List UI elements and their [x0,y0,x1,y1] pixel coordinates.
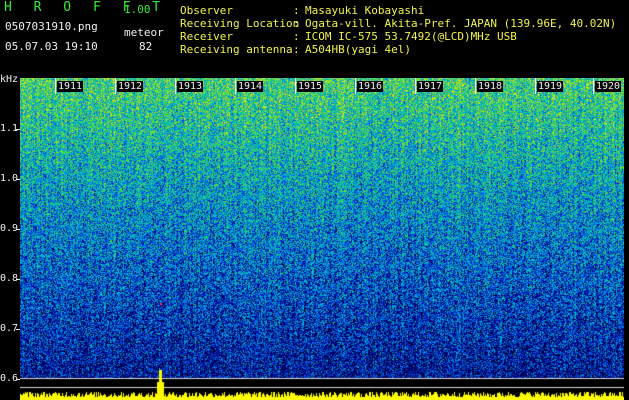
time-tick [415,78,416,94]
freq-tick [16,129,20,130]
info-value-receiver: ICOM IC-575 53.7492(@LCD)MHz USB [305,30,517,43]
time-tick [355,78,356,94]
time-label: 1914 [237,81,264,92]
info-sep: : [293,4,300,17]
info-sep: : [293,17,300,30]
freq-tick [16,179,20,180]
info-value-observer: Masayuki Kobayashi [305,4,425,17]
info-key-observer: Observer [180,4,233,17]
time-label: 1913 [177,81,204,92]
time-tick [235,78,236,94]
header-panel: H R O F F T 1.00 0507031910.png 05.07.03… [0,0,629,78]
meteor-count: 82 [139,40,153,53]
file-datetime: 05.07.03 19:10 [5,40,98,53]
time-label: 1918 [477,81,504,92]
axis-unit-label: kHz [0,74,19,85]
freq-tick [16,229,20,230]
time-tick [115,78,116,94]
info-key-location: Receiving Location [180,17,300,30]
info-value-antenna: A504HB(yagi 4el) [305,43,411,56]
time-label: 1917 [417,81,444,92]
time-label: 1916 [357,81,384,92]
freq-tick [16,379,20,380]
spectrogram-canvas [20,78,624,400]
time-label: 1919 [537,81,564,92]
time-tick [175,78,176,94]
time-tick [475,78,476,94]
time-tick [593,78,594,94]
time-tick [55,78,56,94]
info-sep: : [293,30,300,43]
time-label: 1911 [57,81,84,92]
info-key-receiver: Receiver [180,30,233,43]
file-name: 0507031910.png [5,20,98,33]
freq-tick [16,279,20,280]
info-sep: : [293,43,300,56]
info-value-location: Ogata-vill. Akita-Pref. JAPAN (139.96E, … [305,17,617,30]
time-tick [295,78,296,94]
time-label: 1912 [117,81,144,92]
right-border [624,78,629,400]
time-label: 1920 [595,81,622,92]
meteor-label: meteor [124,26,164,39]
freq-tick [16,329,20,330]
info-key-antenna: Receiving antenna [180,43,293,56]
time-label: 1915 [297,81,324,92]
app-version: 1.00 [124,3,151,16]
time-tick [535,78,536,94]
